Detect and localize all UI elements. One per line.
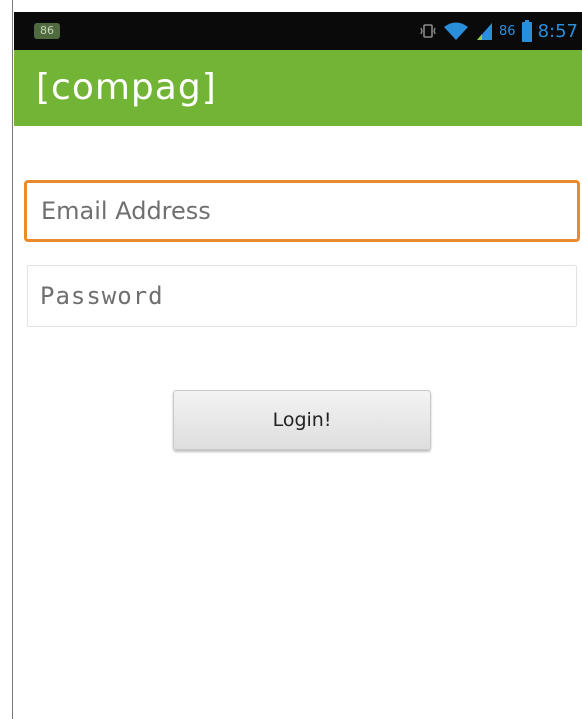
password-field[interactable] <box>27 265 577 327</box>
battery-level: 86 <box>499 23 516 39</box>
wifi-icon <box>443 21 469 41</box>
battery-icon <box>521 20 532 42</box>
clock: 8:57 <box>537 20 578 42</box>
app-title: [compag] <box>36 67 217 108</box>
vibrate-icon <box>419 22 437 40</box>
device-frame-edge <box>0 0 13 719</box>
app-bar: [compag] <box>14 50 582 126</box>
notification-badge: 86 <box>34 23 60 39</box>
status-bar: 86 86 8:57 <box>14 12 582 50</box>
signal-icon <box>475 21 493 41</box>
status-icons: 86 8:57 <box>419 12 578 50</box>
login-button[interactable]: Login! <box>173 390 431 450</box>
email-field[interactable] <box>24 180 580 242</box>
login-screen: 86 86 8:57 [compag] Email Address Login! <box>0 0 582 719</box>
